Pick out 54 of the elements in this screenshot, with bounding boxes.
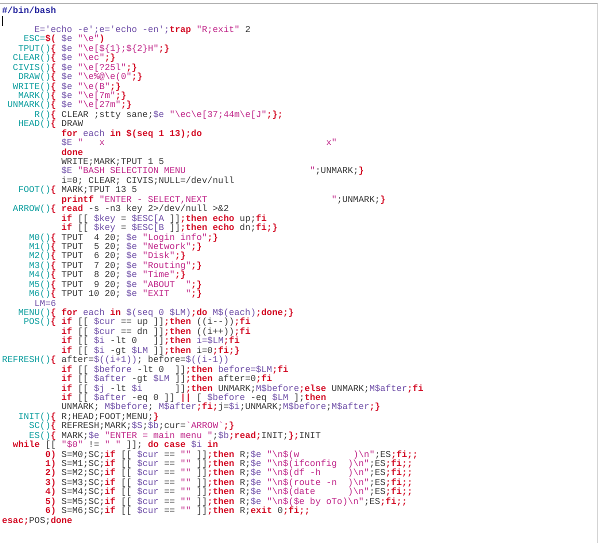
code-line: M6(){ TPUT 10 20; $e "EXIT ";} [28, 290, 202, 300]
code-line: UNMARK(){ $e "\e[27m";} [6, 101, 132, 110]
code-line: if [[ $key = $ESC[B ]];then echo dn;fi;} [60, 224, 278, 234]
code-line: TPUT(){ $e "\e[${1};${2}H";} [18, 44, 170, 54]
code-line: HEAD(){ DRAW [17, 120, 84, 130]
code-line: MARK(){ $e "\e[7m";} [18, 92, 126, 101]
code-line: for each in $(seq 1 13);do [60, 130, 202, 139]
code-line: if [[ $i -lt 0 ]];then i=$LM;fi [60, 337, 240, 346]
code-line: $E " x x" [60, 139, 337, 148]
code-line: if [[ $cur == dn ]];then ((i++));fi [60, 328, 250, 337]
code-line: ESC=$( $e "\e") [22, 35, 105, 44]
code-line: if [[ $after -gt $LM ]];then after=0;fi [60, 375, 272, 384]
code-line: WRITE(){ $e "\e(B";} [12, 82, 121, 92]
code-line: M3(){ TPUT 7 20; $e "Routing";} [28, 262, 202, 271]
code-line: if [[ $j -lt $i ]];then UNMARK;M$before;else UNMARK;M$after;fi [60, 384, 424, 394]
code-line: done [60, 148, 84, 158]
code-line: 5) S=M5;SC;if [[ $cur == "" ]];then R;$e "\n$($e by oTo)\n";ES;fi;; [44, 498, 408, 507]
code-line: DRAW(){ $e "\e%@\e(0";} [17, 73, 142, 82]
code-line: if [[ $after -eq 0 ]] || [ $before -eq $LM ];then [60, 394, 326, 403]
code-line: FOOT(){ MARK;TPUT 13 5 [17, 186, 138, 196]
code-line: 0) S=M0;SC;if [[ $cur == "" ]];then R;$e "\n$(w )\n";ES;fi;; [44, 450, 418, 460]
code-line: UNMARK; M$before; M$after;fi;j=$i;UNMARK;M$before;M$after;} [60, 403, 380, 412]
code-line: INIT(){ R;HEAD;FOOT;MENU;} [17, 412, 159, 422]
code-line: M4(){ TPUT 8 20; $e "Time";} [28, 271, 186, 280]
code-line: M1(){ TPUT 5 20; $e "Network";} [28, 242, 202, 252]
code-line: POS(){ if [[ $cur == up ]];then ((i--));fi [22, 318, 250, 328]
code-line: LM=6 [34, 300, 56, 309]
code-line: CIVIS(){ $e "\e[?25l";} [12, 64, 138, 73]
code-line: #/bin/bash [2, 7, 56, 16]
code-line: M0(){ TPUT 4 20; $e "Login info";} [28, 234, 218, 242]
code-line: ES(){ MARK;$e "ENTER = main menu ";$b;read;INIT;};INIT [29, 432, 321, 441]
code-line: REFRESH(){ after=$((i+1)); before=$((i-1)) [2, 356, 229, 366]
code-line: i=0; CLEAR; CIVIS;NULL=/dev/null [60, 176, 234, 186]
code-line: esac;POS;done [2, 516, 72, 526]
code-line: M2(){ TPUT 6 20; $e "Disk";} [28, 252, 186, 262]
code-line: SC(){ REFRESH;MARK;$S;$b;cur=`ARROW`;} [28, 422, 234, 432]
code-line: printf "ENTER - SELECT,NEXT ";UNMARK;} [60, 196, 386, 205]
code-line: if [[ $before -lt 0 ]];then before=$LM;fi [60, 366, 288, 375]
code-line: 1) S=M1;SC;if [[ $cur == "" ]];then R;$e "\n$(ifconfig )\n";ES;fi;; [44, 460, 413, 469]
code-line: E='echo -e';e='echo -en';trap "R;exit" 2 [33, 26, 250, 35]
code-line: M5(){ TPUT 9 20; $e "ABOUT ";} [28, 280, 202, 290]
code-line: while [[ "$0" != " " ]]; do case $i in [12, 441, 218, 450]
code-line: R(){ CLEAR ;stty sane;$e "\ec\e[37;44m\e[J";}; [34, 110, 283, 120]
code-line: ARROW(){ read -s -n3 key 2>/dev/null >&2 [12, 205, 229, 214]
code-line: MENU(){ for each in $(seq 0 $LM);do M$(each);done;} [17, 309, 294, 318]
code-line: 2) S=M2;SC;if [[ $cur == "" ]];then R;$e "\n$(df -h )\n";ES;fi;; [44, 469, 413, 478]
code-line: if [[ $i -gt $LM ]];then i=0;fi;} [60, 346, 240, 356]
code-line: CLEAR(){ $e "\ec";} [12, 54, 116, 64]
code-line: $E "BASH SELECTION MENU ";UNMARK;} [60, 167, 364, 176]
code-line: 4) S=M4;SC;if [[ $cur == "" ]];then R;$e "\n$(date )\n";ES;fi;; [44, 488, 413, 498]
code-line: 3) S=M3;SC;if [[ $cur == "" ]];then R;$e "\n$(route -n )\n";ES;fi;; [44, 478, 413, 488]
code-line: WRITE;MARK;TPUT 1 5 [60, 158, 164, 167]
code-line: 6) S=M6;SC;if [[ $cur == "" ]];then R;exit 0;fi;; [44, 507, 310, 516]
code-line: if [[ $key = $ESC[A ]];then echo up;fi [60, 214, 267, 224]
